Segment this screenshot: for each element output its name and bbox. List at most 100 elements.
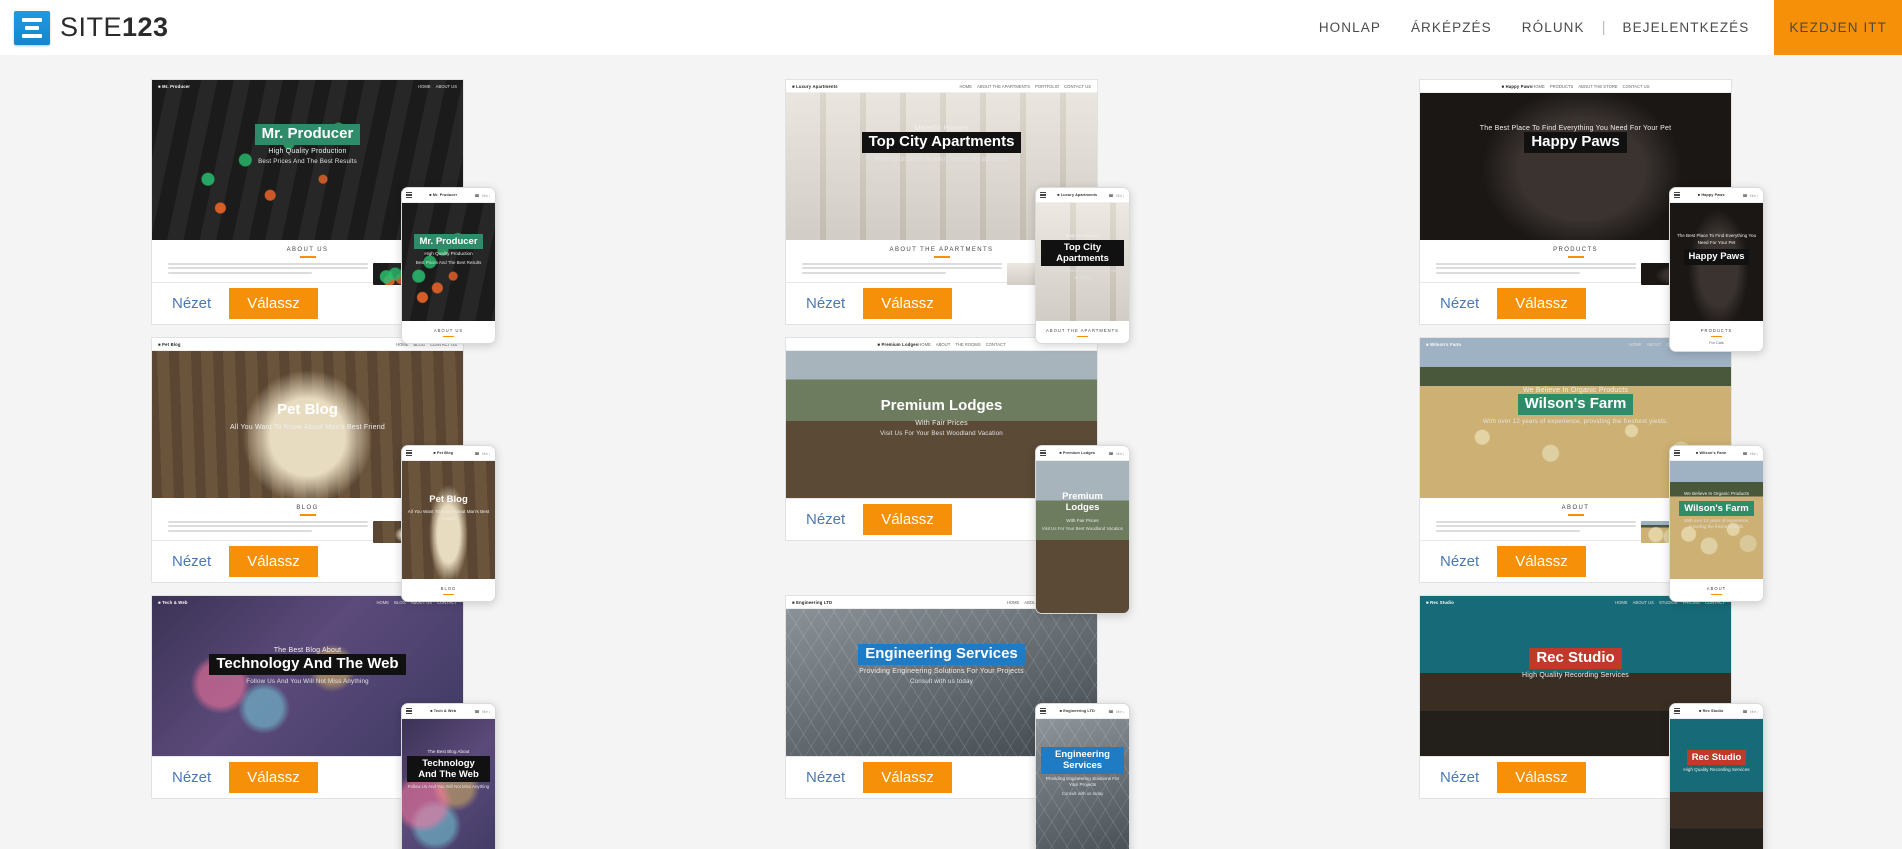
choose-button[interactable]: Válassz [229,288,318,319]
mobile-hero-text: Mr. Producer High Quality Production Bes… [402,231,495,266]
mobile-section-heading: PRODUCTS [1700,328,1733,333]
hamburger-menu-icon[interactable] [1040,192,1046,198]
site-nav-link: ABOUT US [1632,600,1654,605]
mobile-topbar: ■ Rec Studio ☎ ltr; [1670,704,1763,719]
mobile-site-title: ■ Mr. Producer [429,193,458,197]
mobile-hero-image: Mr. Producer High Quality Production Bes… [402,203,495,321]
choose-button[interactable]: Válassz [229,546,318,577]
nav-bejelentkezes[interactable]: BEJELENTKEZÉS [1608,20,1765,35]
preview-site-logo: ■ Happy Paws [1501,83,1533,89]
mobile-hero-image: Premium Lodges With Fair Prices Visit Us… [1036,461,1129,613]
mobile-topbar: ■ Luxury Apartments ☎ ltr; [1036,188,1129,203]
brand-logo[interactable]: SITE123 [14,10,169,45]
mobile-topbar: ■ Wilson's Farm ☎ ltr; [1670,446,1763,461]
hero-title: Happy Paws [1524,132,1627,153]
hamburger-menu-icon[interactable] [406,708,412,714]
mobile-hero-title: Technology And The Web [407,755,490,783]
nav-arkepzes[interactable]: ÁRKÉPZÉS [1396,20,1507,35]
hamburger-menu-icon[interactable] [1674,192,1680,198]
mobile-site-title: ■ Happy Paws [1697,193,1725,197]
hamburger-menu-icon[interactable] [1040,708,1046,714]
mobile-hero-text: Premium Lodges With Fair Prices Visit Us… [1036,489,1129,533]
site-nav-link: CONTACT US [1064,83,1091,89]
mobile-site-title: ■ Luxury Apartments [1057,193,1098,197]
mobile-hero-subtitle: Majestic Houses [1065,233,1100,238]
view-button[interactable]: Nézet [170,291,213,316]
hero-text-block: Mr. Producer High Quality Production Bes… [152,124,463,165]
about-text-lines [1436,520,1636,535]
site-nav-link: THE ROOMS [955,341,981,347]
hamburger-menu-icon[interactable] [1674,708,1680,714]
mobile-preview-mr-producer[interactable]: ■ Mr. Producer ☎ ltr; Mr. Producer High … [401,187,496,345]
mobile-phone-cart-icons: ☎ ltr; [1742,192,1759,198]
mobile-site-title: ■ Pet Blog [433,451,454,455]
mobile-preview-happy-paws[interactable]: ■ Happy Paws ☎ ltr; The Best Place To Fi… [1669,187,1764,353]
mobile-site-title: ■ Engineering LTD [1059,709,1095,713]
mobile-hero-subtitle-secondary: Best Prices And The Best Results [415,260,482,266]
choose-button[interactable]: Válassz [229,762,318,793]
preview-site-links: HOME PRODUCTS ABOUT THE STORE CONTACT US [1532,84,1649,89]
view-button[interactable]: Nézet [804,765,847,790]
choose-button[interactable]: Válassz [863,288,952,319]
site-nav-link: CONTACT US [1622,83,1650,89]
hero-subtitle: The Best Place To Find Everything You Ne… [1479,125,1672,132]
mobile-phone-cart-icons: ☎ ltr; [1108,708,1125,714]
choose-button[interactable]: Válassz [1497,762,1586,793]
choose-button[interactable]: Válassz [863,504,952,535]
choose-button[interactable]: Válassz [863,762,952,793]
hamburger-menu-icon[interactable] [1040,450,1046,456]
view-button[interactable]: Nézet [1438,291,1481,316]
nav-rolunk[interactable]: RÓLUNK [1507,20,1600,35]
mobile-preview-pet-blog[interactable]: ■ Pet Blog ☎ ltr; Pet Blog All You Want … [401,445,496,603]
hero-text-block: Pet Blog All You Want To Know About Man'… [152,400,463,431]
hero-subtitle: With Fair Prices [915,419,968,427]
choose-button[interactable]: Válassz [1497,288,1586,319]
template-cell: ■ Wilson's Farm HOMEABOUTOUR PRODUCTSCON… [1419,337,1764,603]
site-nav-link: ABOUT [935,341,951,347]
hero-subtitle: We Believe In Organic Products [1522,387,1629,394]
mobile-hero-subtitle: With Fair Prices [1066,517,1099,523]
hero-subtitle: Providing Engineering Solutions For Your… [859,667,1024,675]
mobile-preview-wilsons-farm[interactable]: ■ Wilson's Farm ☎ ltr; We Believe In Org… [1669,445,1764,603]
hero-title: Top City Apartments [861,132,1022,153]
view-button[interactable]: Nézet [804,507,847,532]
mobile-preview-luxury-apartments[interactable]: ■ Luxury Apartments ☎ ltr; Majestic Hous… [1035,187,1130,345]
mobile-site-title: ■ Tech & Web [430,709,457,713]
mobile-preview-tech-and-web[interactable]: ■ Tech & Web ☎ ltr; The Best Blog About … [401,703,496,849]
hero-text-block: We Believe In Organic Products Wilson's … [1420,384,1731,425]
about-rule [933,256,950,258]
view-button[interactable]: Nézet [170,549,213,574]
mobile-section: ABOUT [1670,579,1763,602]
mobile-hero-title: Mr. Producer [414,234,483,250]
view-button[interactable]: Nézet [170,765,213,790]
choose-button[interactable]: Válassz [1497,546,1586,577]
view-button[interactable]: Nézet [1438,765,1481,790]
start-here-cta-button[interactable]: KEZDJEN ITT [1774,0,1902,55]
mobile-preview-rec-studio[interactable]: ■ Rec Studio ☎ ltr; Rec Studio High Qual… [1669,703,1764,849]
mobile-phone-cart-icons: ☎ ltr; [474,450,491,456]
preview-site-logo: ■ Wilson's Farm [1426,342,1462,347]
view-button[interactable]: Nézet [1438,549,1481,574]
mobile-topbar: ■ Tech & Web ☎ ltr; [402,704,495,719]
mobile-hero-image: Pet Blog All You Want To Know About Man'… [402,461,495,579]
mobile-hero-text: The Best Place To Find Everything You Ne… [1670,231,1763,265]
site-nav-link: HOME [918,341,931,347]
mobile-preview-premium-lodges[interactable]: ■ Premium Lodges ☎ ltr; Premium Lodges W… [1035,445,1130,614]
hamburger-menu-icon[interactable] [406,192,412,198]
hamburger-menu-icon[interactable] [1674,450,1680,456]
mobile-hero-title: Premium Lodges [1062,491,1103,514]
hamburger-menu-icon[interactable] [406,450,412,456]
nav-honlap[interactable]: HONLAP [1304,20,1396,35]
mobile-section: BLOG [402,579,495,602]
view-button[interactable]: Nézet [804,291,847,316]
mobile-phone-cart-icons: ☎ ltr; [1108,450,1125,456]
mobile-preview-engineering-ltd[interactable]: ■ Engineering LTD ☎ ltr; Engineering Ser… [1035,703,1130,849]
site-nav-link: HOME [1629,342,1642,347]
template-grid: ■ Mr. Producer HOME ABOUT US Mr. Producer… [0,55,1902,849]
mobile-hero-text: Majestic Houses Top City Apartments Walk… [1036,231,1129,281]
template-cell: ■ Premium Lodges HOME ABOUT THE ROOMS CONTA… [785,337,1130,614]
mobile-hero-subtitle: Providing Engineering Solutions For Your… [1045,775,1120,788]
mobile-topbar: ■ Happy Paws ☎ ltr; [1670,188,1763,203]
template-cell: ■ Happy Paws HOME PRODUCTS ABOUT THE STORE… [1419,79,1764,353]
hero-subtitle: All You Want To Know About Man's Best Fr… [230,423,385,431]
